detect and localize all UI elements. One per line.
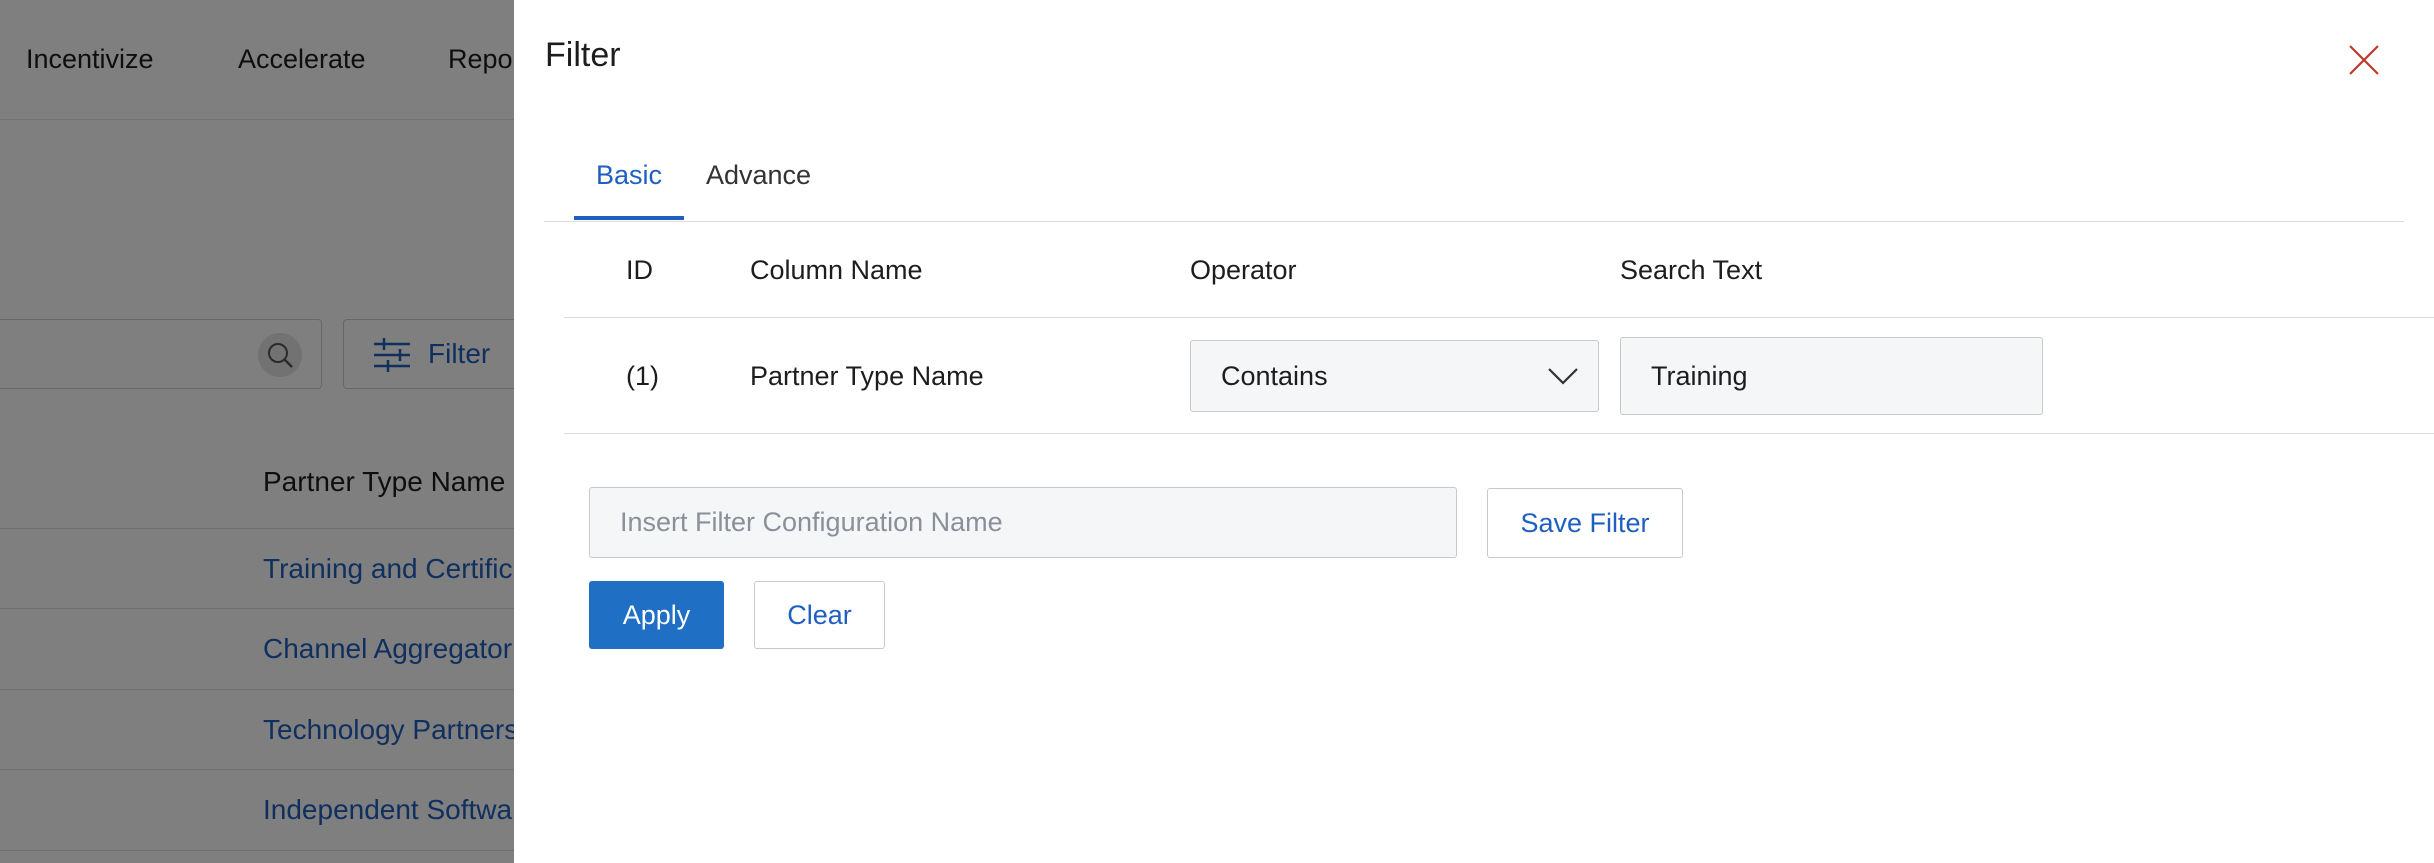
header-operator: Operator [1190,255,1297,285]
chevron-down-icon [1546,365,1580,392]
header-search-text: Search Text [1620,255,1763,285]
apply-button[interactable]: Apply [589,581,724,649]
header-column-name: Column Name [750,255,923,285]
operator-select-value: Contains [1221,361,1328,391]
close-icon[interactable] [2342,38,2386,82]
filter-row-column-name: Partner Type Name [750,361,984,391]
clear-button[interactable]: Clear [754,581,885,649]
save-filter-button[interactable]: Save Filter [1487,488,1683,558]
search-text-input[interactable] [1620,337,2043,415]
operator-select[interactable]: Contains [1190,340,1599,412]
tab-advance[interactable]: Advance [706,160,811,191]
filter-config-name-input[interactable] [589,487,1457,558]
drawer-title: Filter [545,36,621,74]
filter-row-id: (1) [626,361,659,391]
active-tab-indicator [574,216,684,220]
tab-basic[interactable]: Basic [596,160,662,191]
filter-drawer: Filter Basic Advance ID Column Name Oper… [514,0,2434,863]
table-row-divider [564,317,2434,318]
table-row-divider [564,433,2434,434]
header-id: ID [626,255,653,285]
tabs-divider [544,221,2404,222]
